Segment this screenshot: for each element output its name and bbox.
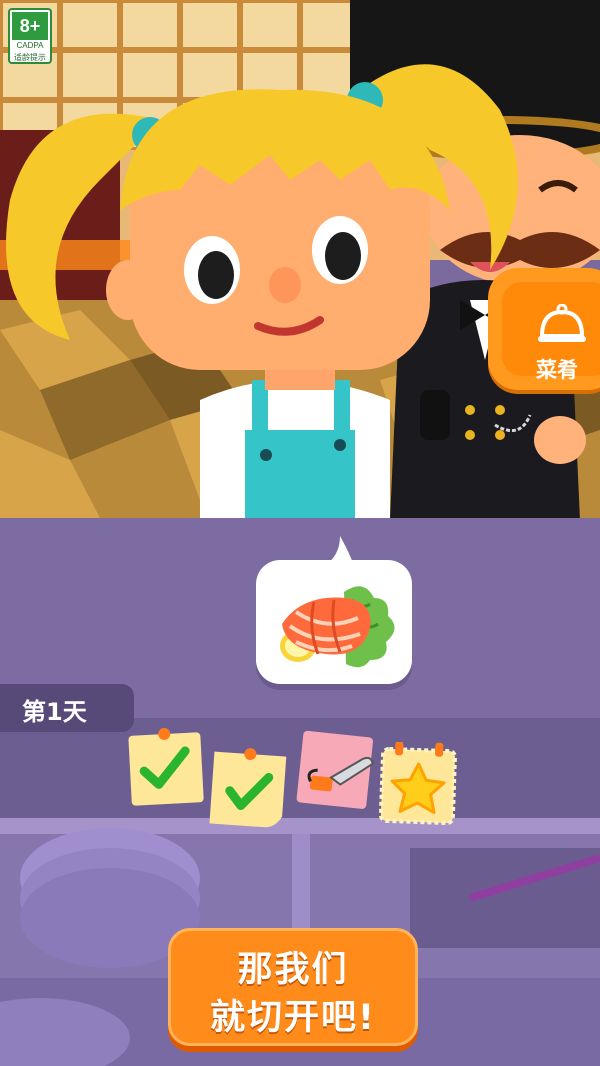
age-rating-org: CADPA	[16, 41, 44, 50]
game-scene: 8+ CADPA 适龄提示 菜肴	[0, 0, 600, 518]
dishes-button-inner: 菜肴	[502, 282, 600, 382]
day-indicator: 第1天	[0, 684, 134, 732]
age-rating-value: 8+	[12, 12, 48, 40]
progress-step-3	[296, 730, 374, 809]
progress-step-4	[378, 742, 457, 826]
dishes-button[interactable]: 菜肴	[488, 268, 600, 390]
age-rating-badge: 8+ CADPA 适龄提示	[8, 8, 52, 64]
age-rating-tip: 适龄提示	[14, 53, 46, 62]
cta-line-2: 就切开吧!	[210, 998, 376, 1038]
order-bubble	[256, 560, 412, 684]
progress-step-1	[128, 728, 204, 806]
progress-step-2	[209, 748, 287, 828]
salmon-sashimi-icon	[280, 586, 395, 668]
lets-cut-button[interactable]: 那我们 就切开吧!	[168, 928, 418, 1046]
cloche-icon	[538, 304, 586, 342]
dishes-button-label: 菜肴	[536, 358, 578, 382]
cta-line-1: 那我们	[237, 950, 349, 990]
day-label: 第1天	[22, 698, 87, 726]
